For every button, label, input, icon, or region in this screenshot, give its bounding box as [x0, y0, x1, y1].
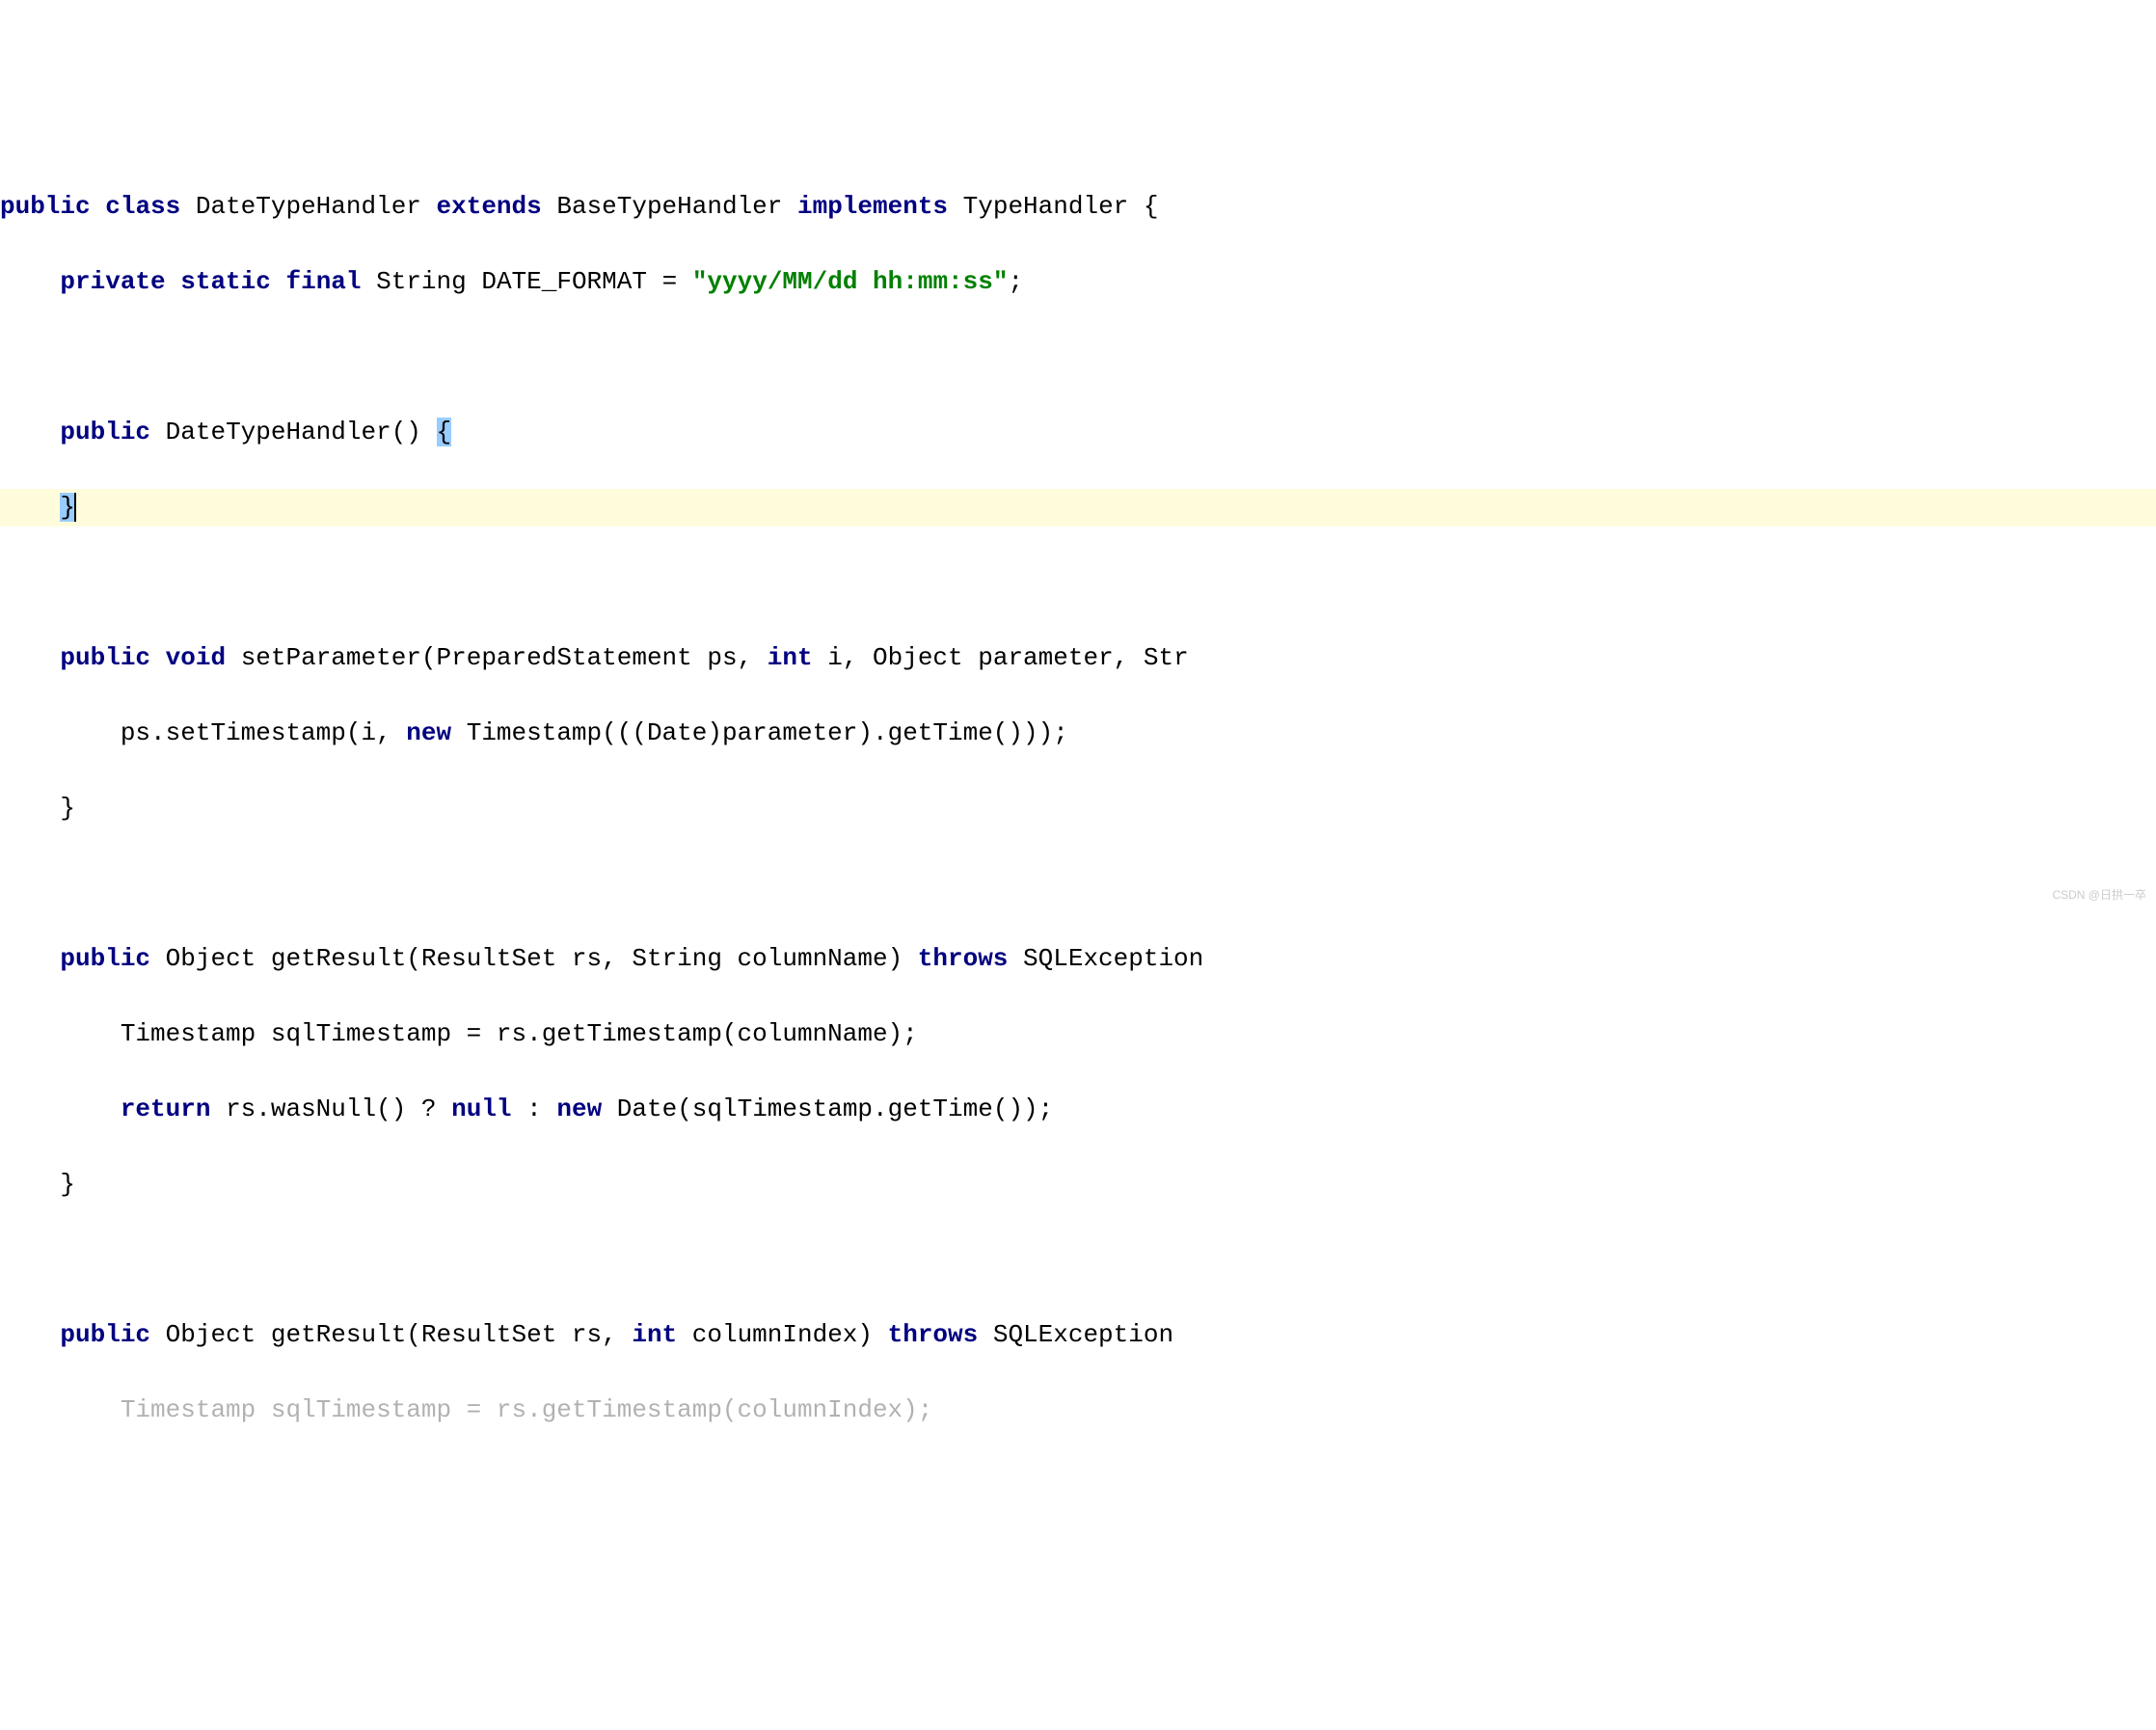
- keyword-new: new: [556, 1095, 602, 1123]
- open-brace: {: [1144, 192, 1159, 221]
- string-literal: "yyyy/MM/dd hh:mm:ss": [692, 267, 1009, 296]
- code-line-6[interactable]: [0, 564, 2156, 602]
- code-line-1[interactable]: public class DateTypeHandler extends Bas…: [0, 188, 2156, 226]
- code-line-3[interactable]: [0, 338, 2156, 376]
- keyword-return: return: [121, 1095, 211, 1123]
- type-string: String: [376, 267, 467, 296]
- code-line-9[interactable]: }: [0, 790, 2156, 827]
- code-line-13[interactable]: return rs.wasNull() ? null : new Date(sq…: [0, 1091, 2156, 1128]
- exception-type: SQLException: [1023, 944, 1203, 973]
- method-sig: Object getResult(ResultSet rs, String co…: [166, 944, 903, 973]
- keyword-public: public: [60, 944, 150, 973]
- keyword-private: private: [60, 267, 165, 296]
- code-editor[interactable]: public class DateTypeHandler extends Bas…: [0, 150, 2156, 1467]
- code-line-5-current[interactable]: }: [0, 489, 2156, 527]
- keyword-void: void: [166, 643, 226, 672]
- exception-type: SQLException: [993, 1320, 1173, 1349]
- keyword-throws: throws: [918, 944, 1009, 973]
- code-line-2[interactable]: private static final String DATE_FORMAT …: [0, 263, 2156, 301]
- equals: =: [662, 267, 678, 296]
- code-line-8[interactable]: ps.setTimestamp(i, new Timestamp(((Date)…: [0, 715, 2156, 752]
- open-brace-matched: {: [437, 418, 452, 446]
- method-sig: setParameter(PreparedStatement ps,: [241, 643, 753, 672]
- statement: ps.setTimestamp(i,: [121, 718, 391, 747]
- statement: Timestamp sqlTimestamp = rs.getTimestamp…: [121, 1395, 933, 1424]
- keyword-static: static: [180, 267, 271, 296]
- keyword-int: int: [632, 1320, 677, 1349]
- keyword-final: final: [285, 267, 361, 296]
- base-class: BaseTypeHandler: [556, 192, 782, 221]
- code-line-4[interactable]: public DateTypeHandler() {: [0, 414, 2156, 451]
- keyword-int: int: [768, 643, 813, 672]
- keyword-public: public: [60, 643, 150, 672]
- code-line-16[interactable]: public Object getResult(ResultSet rs, in…: [0, 1316, 2156, 1354]
- keyword-null: null: [451, 1095, 511, 1123]
- colon: :: [526, 1095, 542, 1123]
- method-param: columnIndex): [692, 1320, 873, 1349]
- keyword-extends: extends: [437, 192, 542, 221]
- code-line-17[interactable]: Timestamp sqlTimestamp = rs.getTimestamp…: [0, 1392, 2156, 1429]
- method-sig: Object getResult(ResultSet rs,: [166, 1320, 617, 1349]
- code-line-12[interactable]: Timestamp sqlTimestamp = rs.getTimestamp…: [0, 1015, 2156, 1053]
- code-line-11[interactable]: public Object getResult(ResultSet rs, St…: [0, 940, 2156, 978]
- code-line-7[interactable]: public void setParameter(PreparedStateme…: [0, 639, 2156, 677]
- keyword-throws: throws: [888, 1320, 979, 1349]
- statement-rest: Timestamp(((Date)parameter).getTime()));: [467, 718, 1068, 747]
- code-line-14[interactable]: }: [0, 1166, 2156, 1203]
- var-name: DATE_FORMAT: [481, 267, 647, 296]
- keyword-implements: implements: [797, 192, 948, 221]
- constructor-name: DateTypeHandler(): [166, 418, 421, 446]
- semicolon: ;: [1008, 267, 1023, 296]
- expr: rs.wasNull() ?: [226, 1095, 436, 1123]
- class-name: DateTypeHandler: [196, 192, 421, 221]
- keyword-class: class: [105, 192, 180, 221]
- close-brace-matched: }: [60, 493, 75, 522]
- code-line-10[interactable]: [0, 865, 2156, 903]
- text-caret: [74, 493, 76, 522]
- watermark: CSDN @日拱一卒: [2052, 886, 2146, 904]
- method-params: i, Object parameter, Str: [827, 643, 1188, 672]
- keyword-public: public: [60, 1320, 150, 1349]
- interface-name: TypeHandler: [963, 192, 1129, 221]
- expr-rest: Date(sqlTimestamp.getTime());: [617, 1095, 1053, 1123]
- code-line-15[interactable]: [0, 1241, 2156, 1279]
- keyword-public: public: [60, 418, 150, 446]
- close-brace: }: [60, 1170, 75, 1199]
- keyword-new: new: [406, 718, 451, 747]
- close-brace: }: [60, 794, 75, 823]
- statement: Timestamp sqlTimestamp = rs.getTimestamp…: [121, 1019, 918, 1048]
- keyword-public: public: [0, 192, 91, 221]
